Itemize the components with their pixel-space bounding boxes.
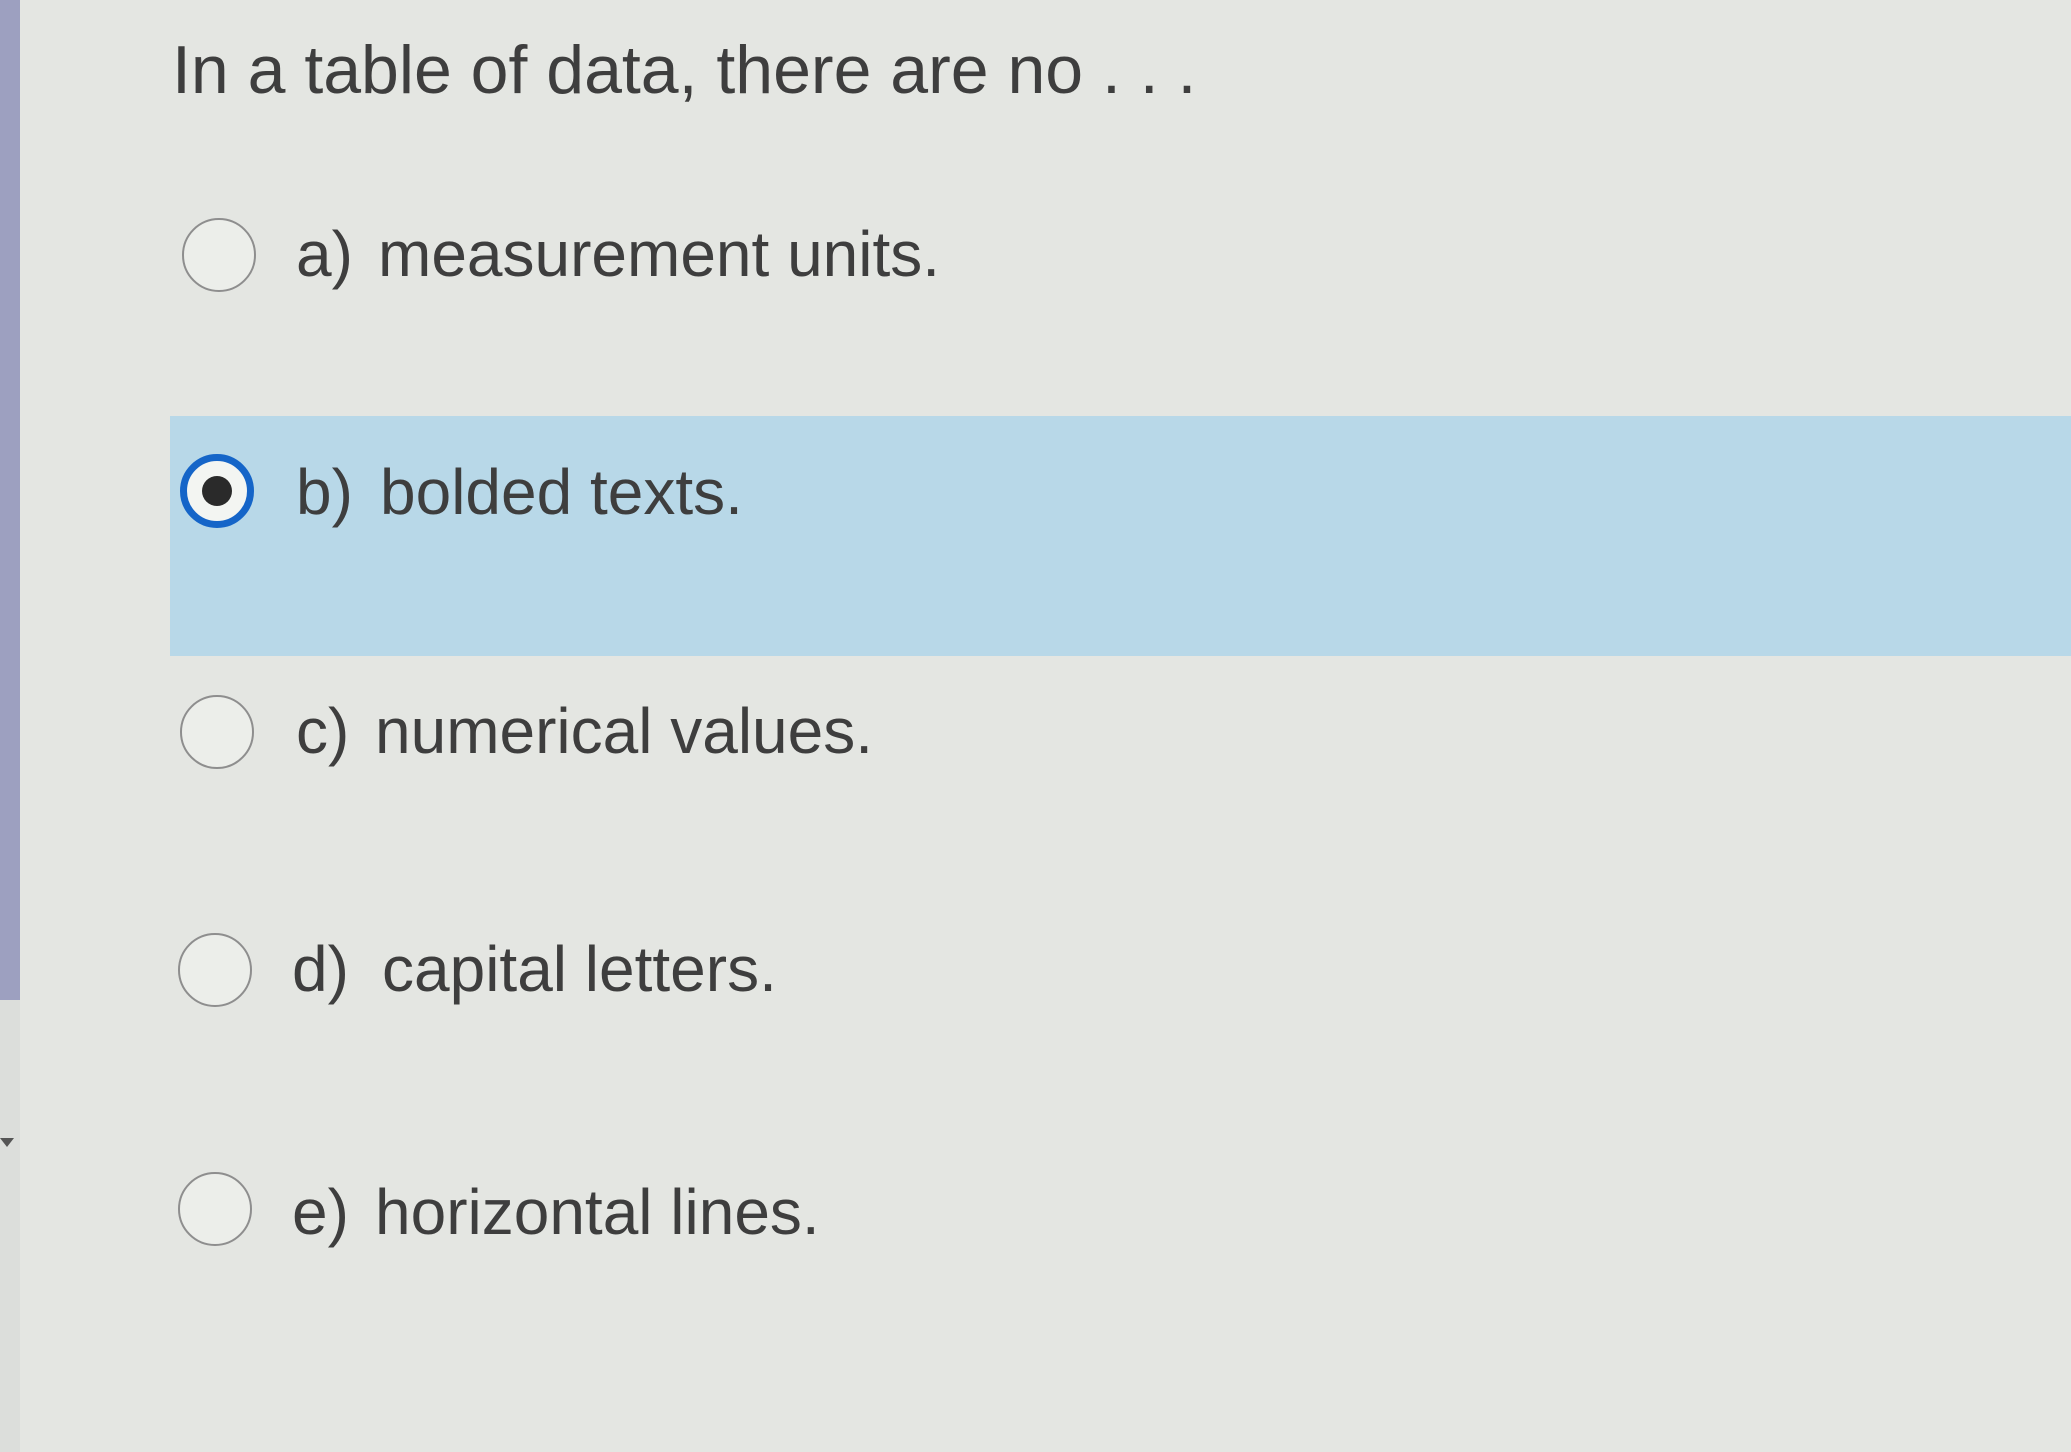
radio-button-a[interactable] <box>182 218 256 292</box>
radio-button-b[interactable] <box>180 454 254 528</box>
collapse-arrow-icon[interactable] <box>0 1138 14 1147</box>
radio-button-d[interactable] <box>178 933 252 1007</box>
answer-option-a[interactable]: a) measurement units. <box>0 218 2071 328</box>
option-letter-d: d) <box>292 933 349 1005</box>
option-text-e: horizontal lines. <box>375 1176 820 1248</box>
option-text-d: capital letters. <box>382 933 777 1005</box>
option-text-c: numerical values. <box>375 695 873 767</box>
radio-button-e[interactable] <box>178 1172 252 1246</box>
option-letter-c: c) <box>296 695 350 767</box>
option-letter-e: e) <box>292 1176 349 1248</box>
answer-option-b-selected-row[interactable]: b) bolded texts. <box>170 416 2071 656</box>
answer-option-d[interactable]: d) capital letters. <box>0 933 2071 1043</box>
option-text-b: bolded texts. <box>380 456 743 528</box>
radio-button-c[interactable] <box>180 695 254 769</box>
option-letter-a: a) <box>296 218 353 290</box>
question-text: In a table of data, there are no . . . <box>172 32 1197 108</box>
option-letter-b: b) <box>296 456 353 528</box>
answer-option-e[interactable]: e) horizontal lines. <box>0 1172 2071 1282</box>
answer-option-c[interactable]: c) numerical values. <box>0 695 2071 805</box>
option-text-a: measurement units. <box>378 218 941 290</box>
left-navigation-strip <box>0 0 20 1000</box>
